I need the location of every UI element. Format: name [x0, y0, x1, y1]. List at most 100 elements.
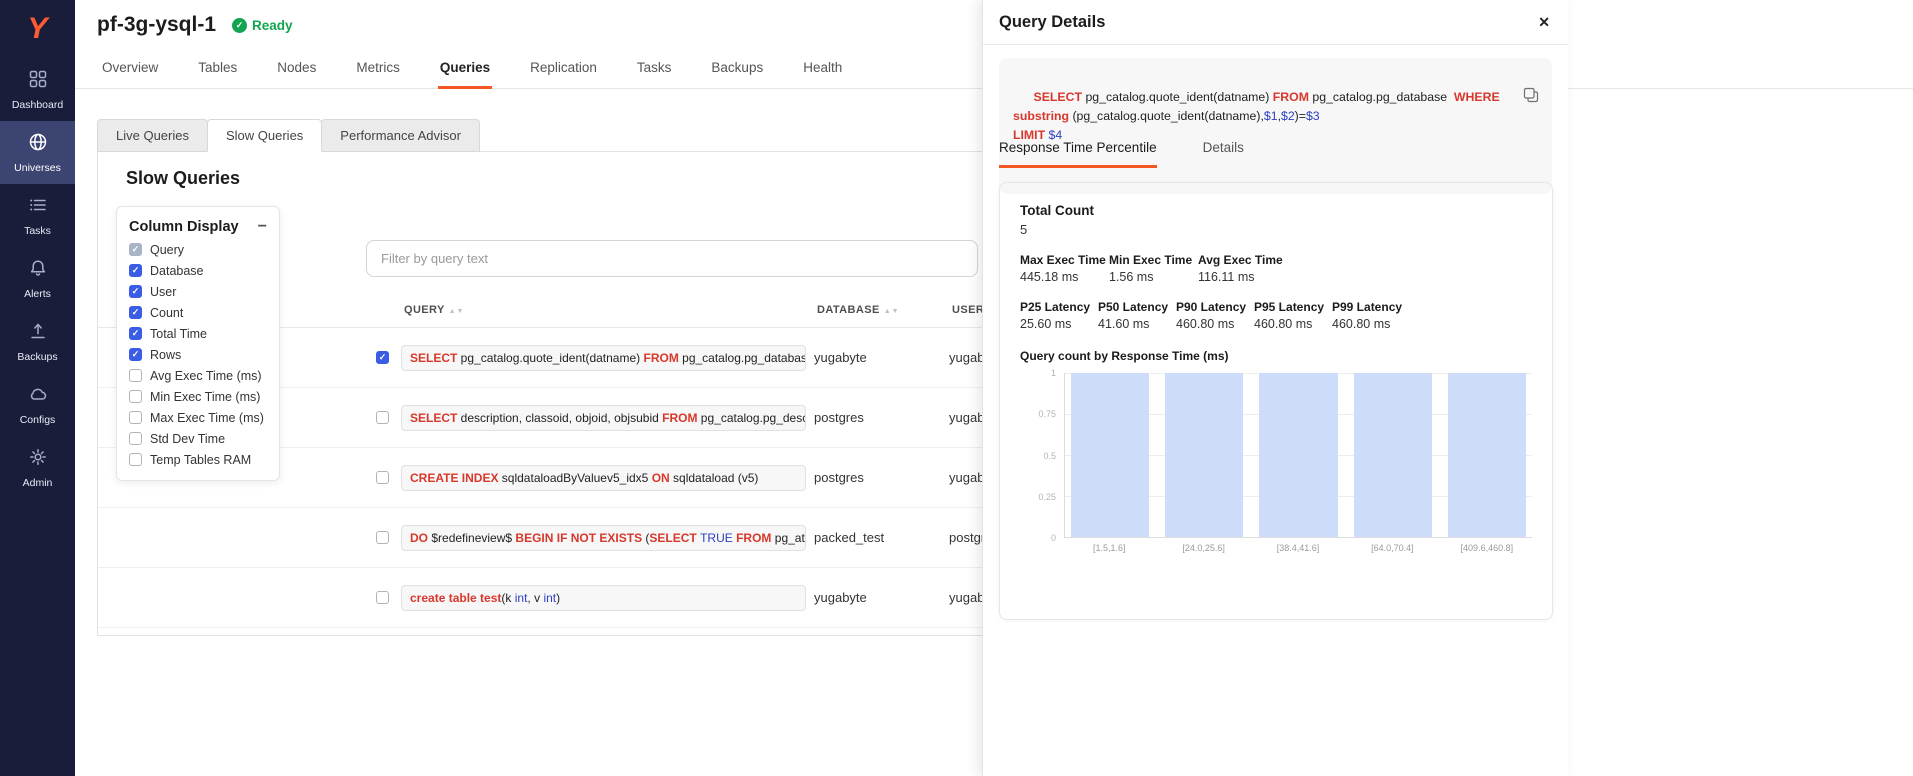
- yugabyte-logo-icon[interactable]: Y: [0, 0, 75, 58]
- checkbox-icon[interactable]: [129, 264, 142, 277]
- stat-p95-latency: P95 Latency 460.80 ms: [1254, 300, 1332, 331]
- column-toggle-count[interactable]: Count: [129, 306, 267, 319]
- stat-min-exec-time: Min Exec Time 1.56 ms: [1109, 253, 1198, 284]
- column-toggle-min-exec-time[interactable]: Min Exec Time (ms): [129, 390, 267, 403]
- sidebar-item-alerts[interactable]: Alerts: [0, 247, 75, 310]
- column-toggle-max-exec-time[interactable]: Max Exec Time (ms): [129, 411, 267, 424]
- column-toggle-query[interactable]: Query: [129, 243, 267, 256]
- chart-y-axis: 00.250.50.751: [1020, 373, 1064, 538]
- query-text-cell[interactable]: CREATE INDEX sqldataloadByValuev5_idx5 O…: [401, 465, 806, 491]
- column-toggle-total-time[interactable]: Total Time: [129, 327, 267, 340]
- subtab-slow-queries[interactable]: Slow Queries: [207, 119, 322, 152]
- chart-bar: [1165, 373, 1243, 537]
- column-toggle-std-dev-time[interactable]: Std Dev Time: [129, 432, 267, 445]
- database-cell: postgres: [814, 410, 949, 425]
- query-text-cell[interactable]: create table test(k int, v int): [401, 585, 806, 611]
- chart-bar: [1071, 373, 1149, 537]
- checkbox-icon[interactable]: [129, 411, 142, 424]
- sidebar-item-label: Alerts: [24, 288, 51, 300]
- checkbox-icon[interactable]: [129, 306, 142, 319]
- tab-backups[interactable]: Backups: [709, 51, 765, 89]
- tab-tasks[interactable]: Tasks: [635, 51, 674, 89]
- tab-queries[interactable]: Queries: [438, 51, 492, 89]
- sidebar-item-universes[interactable]: Universes: [0, 121, 75, 184]
- collapse-minus-icon[interactable]: −: [258, 219, 267, 235]
- copy-icon[interactable]: [1496, 68, 1539, 128]
- backup-upload-icon: [28, 321, 48, 346]
- chart-x-label: [24.0,25.6]: [1164, 543, 1242, 553]
- sidebar-item-dashboard[interactable]: Dashboard: [0, 58, 75, 121]
- checkbox-icon[interactable]: [129, 243, 142, 256]
- subtab-performance-advisor[interactable]: Performance Advisor: [321, 119, 480, 152]
- column-toggle-avg-exec-time[interactable]: Avg Exec Time (ms): [129, 369, 267, 382]
- percentile-card: Total Count 5 Max Exec Time 445.18 ms Mi…: [999, 182, 1553, 620]
- database-cell: yugabyte: [814, 590, 949, 605]
- sort-icon: ▲▼: [449, 308, 465, 315]
- tab-nodes[interactable]: Nodes: [275, 51, 318, 89]
- universes-globe-icon: [28, 132, 48, 157]
- subtab-live-queries[interactable]: Live Queries: [97, 119, 208, 152]
- chart-y-tick: 1: [1051, 368, 1056, 378]
- query-text-cell[interactable]: SELECT description, classoid, objoid, ob…: [401, 405, 806, 431]
- cloud-icon: [28, 384, 48, 409]
- universe-title: pf-3g-ysql-1: [97, 13, 216, 37]
- sidebar-item-tasks[interactable]: Tasks: [0, 184, 75, 247]
- chart-title: Query count by Response Time (ms): [1020, 349, 1532, 363]
- column-toggle-database[interactable]: Database: [129, 264, 267, 277]
- sort-icon: ▲▼: [884, 308, 900, 315]
- column-header-database[interactable]: DATABASE▲▼: [817, 304, 952, 316]
- row-checkbox[interactable]: [376, 531, 389, 544]
- column-toggle-user[interactable]: User: [129, 285, 267, 298]
- checkbox-icon[interactable]: [129, 432, 142, 445]
- sidebar-item-label: Universes: [14, 162, 61, 174]
- checkbox-icon[interactable]: [129, 390, 142, 403]
- stat-p99-latency: P99 Latency 460.80 ms: [1332, 300, 1410, 331]
- tab-details[interactable]: Details: [1203, 140, 1244, 168]
- tab-tables[interactable]: Tables: [196, 51, 239, 89]
- database-cell: postgres: [814, 470, 949, 485]
- page-title: Slow Queries: [126, 168, 240, 189]
- status-badge: ✓ Ready: [232, 18, 293, 33]
- column-display-title: Column Display: [129, 219, 239, 235]
- tab-overview[interactable]: Overview: [100, 51, 160, 89]
- column-header-query[interactable]: QUERY▲▼: [404, 304, 809, 316]
- sidebar-item-label: Dashboard: [12, 99, 63, 111]
- row-checkbox[interactable]: [376, 351, 389, 364]
- tab-health[interactable]: Health: [801, 51, 844, 89]
- query-text-cell[interactable]: SELECT pg_catalog.quote_ident(datname) F…: [401, 345, 806, 371]
- sidebar-item-label: Backups: [17, 351, 57, 363]
- chart-x-label: [64.0,70.4]: [1353, 543, 1431, 553]
- checkbox-icon[interactable]: [129, 327, 142, 340]
- column-toggle-temp-tables-ram[interactable]: Temp Tables RAM: [129, 453, 267, 466]
- sidebar-item-backups[interactable]: Backups: [0, 310, 75, 373]
- tab-response-time-percentile[interactable]: Response Time Percentile: [999, 140, 1157, 168]
- column-header-user[interactable]: USER: [952, 304, 984, 316]
- checkbox-icon[interactable]: [129, 285, 142, 298]
- checkbox-icon[interactable]: [129, 348, 142, 361]
- chart-x-axis: [1.5,1.6][24.0,25.6][38.4,41.6][64.0,70.…: [1064, 543, 1532, 553]
- checkbox-icon[interactable]: [129, 453, 142, 466]
- tab-replication[interactable]: Replication: [528, 51, 599, 89]
- query-text-cell[interactable]: DO $redefineview$ BEGIN IF NOT EXISTS (S…: [401, 525, 806, 551]
- sidebar-item-admin[interactable]: Admin: [0, 436, 75, 499]
- close-icon[interactable]: ✕: [1538, 14, 1550, 31]
- row-checkbox[interactable]: [376, 411, 389, 424]
- row-checkbox[interactable]: [376, 471, 389, 484]
- sidebar-item-label: Tasks: [24, 225, 51, 237]
- row-checkbox[interactable]: [376, 591, 389, 604]
- chart-bar: [1259, 373, 1337, 537]
- tab-metrics[interactable]: Metrics: [354, 51, 402, 89]
- checkbox-icon[interactable]: [129, 369, 142, 382]
- query-filter-input[interactable]: [366, 240, 978, 277]
- database-cell: yugabyte: [814, 350, 949, 365]
- chart-y-tick: 0.25: [1038, 492, 1056, 502]
- ready-check-icon: ✓: [232, 18, 247, 33]
- stat-p90-latency: P90 Latency 460.80 ms: [1176, 300, 1254, 331]
- exec-time-stats: Max Exec Time 445.18 ms Min Exec Time 1.…: [1020, 253, 1532, 284]
- panel-title: Query Details: [999, 13, 1105, 32]
- stat-p50-latency: P50 Latency 41.60 ms: [1098, 300, 1176, 331]
- app-root: Y Dashboard Universes Tasks Alerts Backu…: [0, 0, 1913, 776]
- column-toggle-rows[interactable]: Rows: [129, 348, 267, 361]
- total-count-value: 5: [1020, 222, 1532, 237]
- sidebar-item-configs[interactable]: Configs: [0, 373, 75, 436]
